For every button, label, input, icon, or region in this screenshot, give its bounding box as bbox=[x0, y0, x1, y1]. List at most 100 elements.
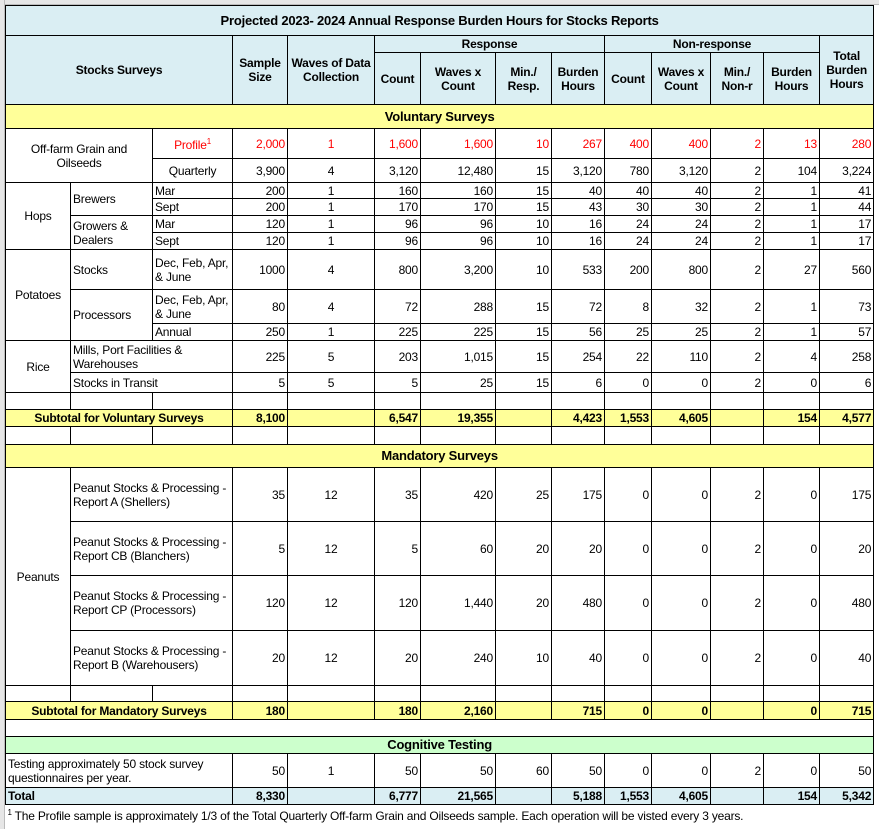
header-total: Total Burden Hours bbox=[818, 35, 875, 105]
value-cell: 2 bbox=[710, 182, 764, 199]
blank-cell bbox=[420, 685, 496, 702]
value-cell: 2,160 bbox=[420, 701, 496, 720]
value-cell: 1,600 bbox=[374, 128, 421, 159]
value-cell: 5 bbox=[287, 340, 375, 373]
value-cell bbox=[287, 787, 375, 805]
blank-cell bbox=[152, 426, 233, 445]
value-cell: 6 bbox=[551, 372, 605, 393]
value-cell: 80 bbox=[232, 289, 288, 324]
footnote: 1 The Profile sample is approximately 1/… bbox=[5, 804, 874, 825]
value-cell: 2 bbox=[710, 215, 764, 233]
value-cell: 20 bbox=[495, 521, 552, 576]
value-cell: 50 bbox=[818, 753, 875, 788]
row-label: Quarterly bbox=[152, 158, 233, 183]
table-row: Off-farm Grain and Oilseeds Profile1 2,0… bbox=[5, 128, 875, 183]
value-cell: 2 bbox=[710, 158, 764, 183]
value-cell: 0 bbox=[763, 467, 820, 522]
value-cell: 120 bbox=[232, 215, 288, 233]
value-cell: 800 bbox=[651, 249, 711, 290]
value-cell: 0 bbox=[763, 753, 820, 788]
value-cell: 180 bbox=[232, 701, 288, 720]
section-voluntary: Voluntary Surveys bbox=[4, 104, 875, 129]
value-cell: 120 bbox=[232, 232, 288, 250]
value-cell: 12 bbox=[287, 575, 375, 631]
value-cell: 2 bbox=[710, 323, 764, 341]
value-cell: 50 bbox=[420, 753, 496, 788]
value-cell: 30 bbox=[651, 198, 711, 216]
value-cell: 1,553 bbox=[604, 409, 652, 427]
subgroup-stocks: Stocks bbox=[70, 249, 153, 290]
row-label: Dec, Feb, Apr, & June bbox=[152, 249, 233, 290]
value-cell: 0 bbox=[604, 575, 652, 631]
value-cell: 0 bbox=[604, 372, 652, 393]
value-cell bbox=[710, 409, 764, 427]
value-cell: 480 bbox=[818, 575, 875, 631]
row-label: Sept bbox=[152, 198, 233, 216]
value-cell: 0 bbox=[604, 630, 652, 686]
blank-cell bbox=[374, 685, 421, 702]
blank-cell bbox=[551, 685, 605, 702]
header-response: Response bbox=[374, 35, 605, 53]
value-cell: 400 bbox=[604, 128, 652, 159]
value-cell: 40 bbox=[551, 630, 605, 686]
value-cell: 10 bbox=[495, 249, 552, 290]
value-cell: 2 bbox=[710, 340, 764, 373]
row-label: Profile1 bbox=[152, 128, 233, 159]
value-cell: 0 bbox=[651, 521, 711, 576]
blank-cell bbox=[818, 426, 875, 445]
blank-cell bbox=[420, 392, 496, 410]
blank-cell bbox=[152, 392, 233, 410]
value-cell: 2 bbox=[710, 289, 764, 324]
value-cell: 0 bbox=[604, 467, 652, 522]
blank-cell bbox=[604, 685, 652, 702]
group-potatoes: Potatoes bbox=[5, 249, 71, 341]
value-cell: 2 bbox=[710, 521, 764, 576]
subgroup-brewers: Brewers bbox=[70, 182, 153, 216]
table-row: Peanut Stocks & Processing - Report CP (… bbox=[6, 575, 875, 631]
value-cell: 25 bbox=[604, 323, 652, 341]
value-cell bbox=[495, 409, 552, 427]
value-cell: 16 bbox=[551, 215, 605, 233]
value-cell: 3,224 bbox=[818, 158, 875, 183]
blank-cell bbox=[287, 426, 375, 445]
section-mandatory: Mandatory Surveys bbox=[4, 444, 875, 468]
value-cell: 20 bbox=[374, 630, 421, 686]
value-cell: 5 bbox=[287, 372, 375, 393]
header-n-count: Count bbox=[604, 52, 652, 105]
value-cell: 10 bbox=[495, 630, 552, 686]
value-cell: 15 bbox=[495, 340, 552, 373]
value-cell: 180 bbox=[374, 701, 421, 720]
blank-cell bbox=[710, 426, 764, 445]
group-off-farm: Off-farm Grain and Oilseeds bbox=[5, 128, 153, 183]
table-row: Testing approximately 50 stock survey qu… bbox=[5, 753, 875, 788]
header-n-wxc: Waves x Count bbox=[651, 52, 711, 105]
value-cell bbox=[710, 701, 764, 720]
row-label: Sept bbox=[152, 232, 233, 250]
value-cell: 20 bbox=[551, 521, 605, 576]
value-cell: 110 bbox=[651, 340, 711, 373]
value-cell: 0 bbox=[651, 575, 711, 631]
value-cell: 2 bbox=[710, 467, 764, 522]
value-cell: 1000 bbox=[232, 249, 288, 290]
value-cell: 15 bbox=[495, 372, 552, 393]
value-cell: 35 bbox=[374, 467, 421, 522]
row-label: Peanut Stocks & Processing - Report A (S… bbox=[70, 467, 233, 522]
value-cell: 17 bbox=[818, 232, 875, 250]
blank-cell bbox=[495, 685, 552, 702]
value-cell: 15 bbox=[495, 182, 552, 199]
value-cell: 24 bbox=[651, 215, 711, 233]
value-cell: 15 bbox=[495, 158, 552, 183]
value-cell: 32 bbox=[651, 289, 711, 324]
value-cell: 715 bbox=[818, 701, 875, 720]
blank-cell bbox=[604, 392, 652, 410]
blank-cell bbox=[5, 392, 71, 410]
value-cell: 15 bbox=[495, 323, 552, 341]
value-cell: 72 bbox=[551, 289, 605, 324]
blank-cell bbox=[232, 426, 288, 445]
section-cognitive: Cognitive Testing bbox=[4, 736, 875, 754]
blank-cell bbox=[70, 685, 153, 702]
blank-cell bbox=[5, 426, 71, 445]
table-row: Peanut Stocks & Processing - Report B (W… bbox=[6, 630, 875, 686]
value-cell: 10 bbox=[495, 128, 552, 159]
value-cell: 8 bbox=[604, 289, 652, 324]
